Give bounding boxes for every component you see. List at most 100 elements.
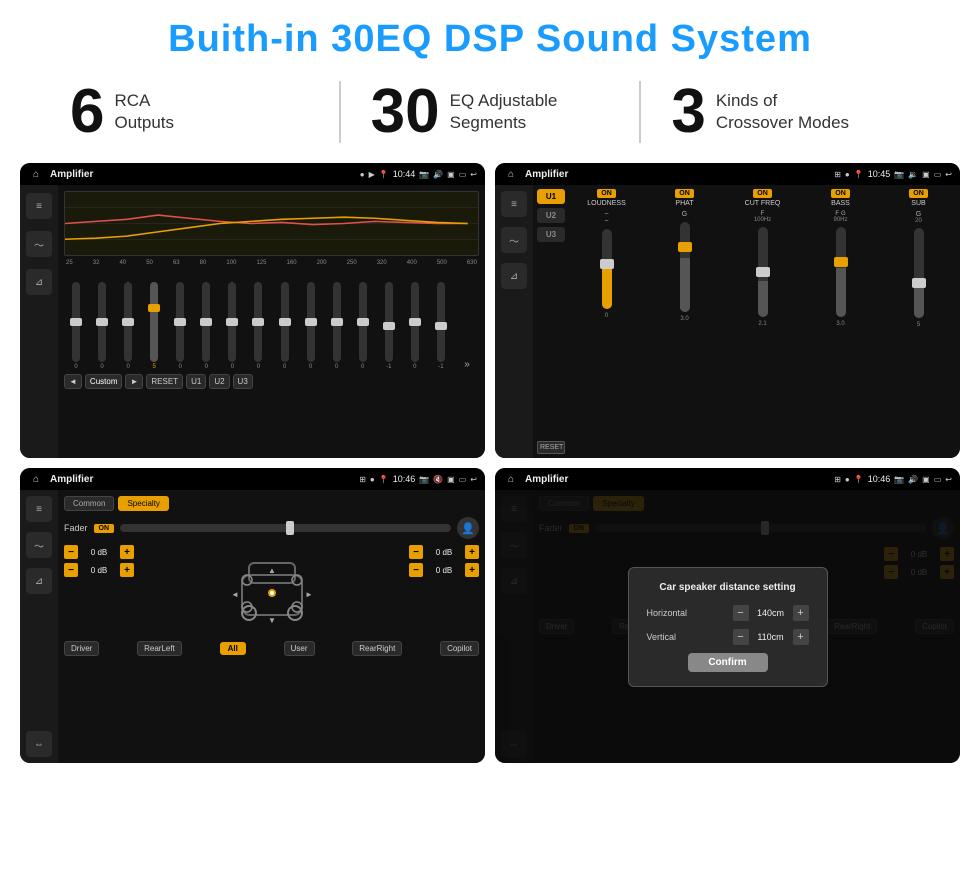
status-bar-2: ⌂ Amplifier ⊞ ● 📍 10:45 📷 🔉 ▣ ▭ ↩ — [495, 163, 960, 185]
speaker-rr-row: − 0 dB + — [409, 563, 479, 577]
cross-u1-btn[interactable]: U1 — [537, 189, 565, 204]
fader-expand-icon[interactable]: ⇔ — [26, 731, 52, 757]
camera-icon-2: 📷 — [894, 170, 904, 179]
fader-driver-btn[interactable]: Driver — [64, 641, 99, 656]
dialog-horizontal-minus[interactable]: − — [733, 605, 749, 621]
dialog-horizontal-plus[interactable]: + — [793, 605, 809, 621]
eq-slider-5: 0 — [194, 282, 218, 370]
page-title: Buith-in 30EQ DSP Sound System — [0, 0, 980, 71]
eq-u2-btn[interactable]: U2 — [209, 374, 229, 389]
eq-eq-icon[interactable]: ≡ — [26, 193, 52, 219]
status-icons-3: ⊞ ● 📍 10:46 📷 🔇 ▣ ▭ ↩ — [359, 474, 477, 484]
fader-copilot-btn[interactable]: Copilot — [440, 641, 479, 656]
cross-wave-icon[interactable]: 〜 — [501, 227, 527, 253]
cross-preset-list: U1 U2 U3 RESET — [537, 189, 565, 454]
app-name-3: Amplifier — [50, 474, 353, 485]
eq-freq-labels: 25 32 40 50 63 80 100 125 160 200 250 32… — [64, 260, 479, 266]
cross-reset-btn[interactable]: RESET — [537, 441, 565, 454]
vol-icon-3: 🔇 — [433, 475, 443, 484]
dialog-vertical-stepper: − 110cm + — [733, 629, 809, 645]
cutfreq-on-badge[interactable]: ON — [753, 189, 772, 198]
eq-u3-btn[interactable]: U3 — [233, 374, 253, 389]
fader-all-btn[interactable]: All — [220, 642, 246, 655]
home-icon-1[interactable]: ⌂ — [28, 166, 44, 182]
cross-eq-icon[interactable]: ≡ — [501, 191, 527, 217]
bass-label: BASS — [831, 200, 850, 207]
cutfreq-slider[interactable] — [758, 227, 768, 317]
rect-icon-1: ▭ — [459, 170, 467, 179]
status-bar-3: ⌂ Amplifier ⊞ ● 📍 10:46 📷 🔇 ▣ ▭ ↩ — [20, 468, 485, 490]
fader-user-icon[interactable]: 👤 — [457, 517, 479, 539]
eq-prev-btn[interactable]: ◄ — [64, 374, 82, 389]
loudness-label: LOUDNESS — [587, 200, 626, 207]
sub-on-badge[interactable]: ON — [909, 189, 928, 198]
dialog-horizontal-row: Horizontal − 140cm + — [647, 605, 809, 621]
home-icon-3[interactable]: ⌂ — [28, 471, 44, 487]
grid-icon-4: ⊞ — [834, 475, 841, 484]
eq-wave-icon[interactable]: 〜 — [26, 231, 52, 257]
eq-slider-expand[interactable]: » — [455, 359, 479, 370]
speaker-rr-plus[interactable]: + — [465, 563, 479, 577]
status-bar-4: ⌂ Amplifier ⊞ ● 📍 10:46 📷 🔊 ▣ ▭ ↩ — [495, 468, 960, 490]
fader-user-btn[interactable]: User — [284, 641, 315, 656]
box2-icon-2: ▣ — [922, 170, 930, 179]
speaker-rl-minus[interactable]: − — [64, 563, 78, 577]
back-icon-2[interactable]: ↩ — [945, 170, 952, 179]
home-icon-4[interactable]: ⌂ — [503, 471, 519, 487]
speaker-fr-plus[interactable]: + — [465, 545, 479, 559]
fader-screen-wrap: ⌂ Amplifier ⊞ ● 📍 10:46 📷 🔇 ▣ ▭ ↩ ≡ 〜 ⊿ … — [20, 468, 485, 763]
fader-tab-common[interactable]: Common — [64, 496, 114, 511]
dot-icon-1: ● — [360, 170, 365, 179]
dot-icon-4: ● — [845, 475, 850, 484]
cross-u2-btn[interactable]: U2 — [537, 208, 565, 223]
eq-next-btn[interactable]: ► — [125, 374, 143, 389]
eq-graph — [64, 191, 479, 256]
fader-rearright-btn[interactable]: RearRight — [352, 641, 402, 656]
fader-rearleft-btn[interactable]: RearLeft — [137, 641, 182, 656]
dialog-horizontal-stepper: − 140cm + — [733, 605, 809, 621]
cross-u3-btn[interactable]: U3 — [537, 227, 565, 242]
dialog-confirm-button[interactable]: Confirm — [688, 653, 768, 672]
fader-tab-specialty[interactable]: Specialty — [118, 496, 168, 511]
grid-icon-2: ⊞ — [834, 170, 841, 179]
cross-side-panel: ≡ 〜 ⊿ — [495, 185, 533, 458]
speaker-rl-val: 0 dB — [81, 566, 117, 575]
rect-icon-4: ▭ — [934, 475, 942, 484]
phat-on-badge[interactable]: ON — [675, 189, 694, 198]
cross-vol-icon[interactable]: ⊿ — [501, 263, 527, 289]
back-icon-4[interactable]: ↩ — [945, 475, 952, 484]
speaker-rr-minus[interactable]: − — [409, 563, 423, 577]
loudness-on-badge[interactable]: ON — [597, 189, 616, 198]
bass-on-badge[interactable]: ON — [831, 189, 850, 198]
box-icon-3: ▣ — [447, 475, 455, 484]
fader-right-speakers: − 0 dB + − 0 dB + — [409, 545, 479, 635]
eq-u1-btn[interactable]: U1 — [186, 374, 206, 389]
speaker-fl-minus[interactable]: − — [64, 545, 78, 559]
fader-vol-icon[interactable]: ⊿ — [26, 568, 52, 594]
fader-wave-icon[interactable]: 〜 — [26, 532, 52, 558]
stat-rca-number: 6 — [70, 81, 104, 143]
dialog-vertical-minus[interactable]: − — [733, 629, 749, 645]
bass-slider[interactable] — [836, 227, 846, 317]
speaker-fl-plus[interactable]: + — [120, 545, 134, 559]
fader-eq-icon[interactable]: ≡ — [26, 496, 52, 522]
status-icons-2: ⊞ ● 📍 10:45 📷 🔉 ▣ ▭ ↩ — [834, 169, 952, 179]
sub-slider[interactable] — [914, 228, 924, 318]
stats-row: 6 RCA Outputs 30 EQ Adjustable Segments … — [0, 71, 980, 157]
stat-rca-line2: Outputs — [114, 112, 174, 134]
loudness-slider[interactable] — [602, 229, 612, 309]
eq-reset-btn[interactable]: RESET — [146, 374, 183, 389]
stat-crossover-number: 3 — [671, 81, 705, 143]
back-icon-1[interactable]: ↩ — [470, 170, 477, 179]
fader-label: Fader — [64, 523, 88, 533]
dialog-vertical-plus[interactable]: + — [793, 629, 809, 645]
fader-slider[interactable] — [120, 524, 451, 532]
speaker-rl-plus[interactable]: + — [120, 563, 134, 577]
phat-slider[interactable] — [680, 222, 690, 312]
eq-vol-icon[interactable]: ⊿ — [26, 269, 52, 295]
speaker-fr-minus[interactable]: − — [409, 545, 423, 559]
cross-channel-controls: ON LOUDNESS ~ ~ 0 ON PHAT G — [569, 189, 956, 454]
home-icon-2[interactable]: ⌂ — [503, 166, 519, 182]
back-icon-3[interactable]: ↩ — [470, 475, 477, 484]
fader-on-badge[interactable]: ON — [94, 524, 115, 533]
